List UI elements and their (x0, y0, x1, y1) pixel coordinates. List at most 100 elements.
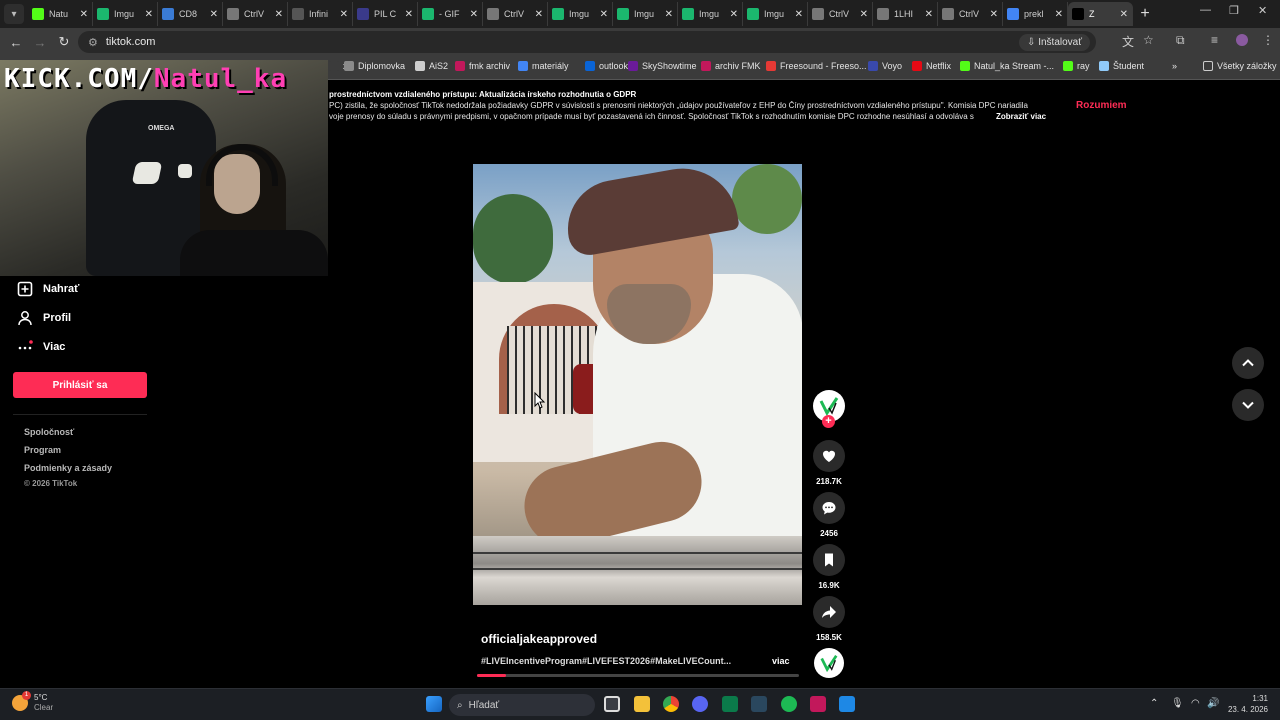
browser-tab[interactable]: Imgu ✕ (678, 2, 743, 26)
bookmark-item[interactable]: Natul_ka Stream -... (960, 61, 1054, 71)
browser-tab[interactable]: Imgu ✕ (548, 2, 613, 26)
follow-plus-button[interactable]: + (822, 415, 835, 428)
tab-close-icon[interactable]: ✕ (210, 9, 218, 20)
app-icon[interactable] (722, 696, 738, 712)
new-tab-button[interactable]: + (1133, 5, 1157, 23)
comment-button[interactable] (813, 492, 845, 524)
bookmark-item[interactable]: fmk archiv (455, 61, 510, 71)
bookmark-item[interactable]: ray (1063, 61, 1090, 71)
profile-avatar-icon[interactable] (1236, 34, 1248, 46)
tab-close-icon[interactable]: ✕ (730, 9, 738, 20)
save-button[interactable] (813, 544, 845, 576)
bookmark-item[interactable]: Diplomovka (344, 61, 405, 71)
back-icon[interactable]: ← (4, 35, 28, 50)
bookmark-item[interactable]: Netflix (912, 61, 951, 71)
video-author[interactable]: officialjakeapproved (481, 632, 597, 646)
bookmark-item[interactable]: Freesound - Freeso... (766, 61, 867, 71)
sidebar-item-more[interactable]: Viac (16, 338, 65, 356)
tray-expand-icon[interactable]: ⌃ (1150, 698, 1158, 709)
browser-tab[interactable]: Imgu ✕ (743, 2, 808, 26)
previous-video-button[interactable] (1232, 347, 1264, 379)
all-bookmarks-folder[interactable]: Všetky záložky (1203, 61, 1277, 71)
star-icon[interactable]: ☆ (1143, 33, 1154, 47)
music-disc-button[interactable] (814, 648, 844, 678)
tab-close-icon[interactable]: ✕ (145, 9, 153, 20)
browser-tab[interactable]: Z ✕ (1068, 2, 1133, 26)
minimize-icon[interactable]: — (1200, 4, 1211, 16)
description-more-link[interactable]: viac (772, 656, 790, 666)
task-view-icon[interactable] (604, 696, 620, 712)
video-progress-bar[interactable] (477, 674, 799, 677)
bookmark-item[interactable]: SkyShowtime (628, 61, 697, 71)
tab-close-icon[interactable]: ✕ (1055, 9, 1063, 20)
browser-tab[interactable]: Imgu ✕ (613, 2, 678, 26)
gdpr-accept-button[interactable]: Rozumiem (1076, 100, 1127, 111)
steam-icon[interactable] (751, 696, 767, 712)
microphone-icon[interactable]: 🎙 (1171, 698, 1184, 709)
browser-menu-icon[interactable]: ⋮ (1262, 33, 1274, 47)
close-window-icon[interactable]: ✕ (1258, 4, 1267, 17)
bookmarks-overflow-icon[interactable]: » (1172, 61, 1177, 71)
next-video-button[interactable] (1232, 389, 1264, 421)
browser-tab[interactable]: - GIF ✕ (418, 2, 483, 26)
tab-close-icon[interactable]: ✕ (275, 9, 283, 20)
footer-link-company[interactable]: Spoločnosť (24, 427, 74, 437)
obs-icon[interactable] (810, 696, 826, 712)
translate-icon[interactable]: 文 (1122, 33, 1134, 50)
tab-close-icon[interactable]: ✕ (80, 9, 88, 20)
browser-tab[interactable]: CtrlV ✕ (808, 2, 873, 26)
tab-close-icon[interactable]: ✕ (535, 9, 543, 20)
gdpr-show-more-link[interactable]: Zobraziť viac (996, 112, 1046, 121)
tab-list-icon[interactable]: ≡ (1211, 33, 1218, 47)
browser-tab[interactable]: CtrlV ✕ (223, 2, 288, 26)
browser-tab[interactable]: 1LHI ✕ (873, 2, 938, 26)
bookmark-item[interactable]: Voyo (868, 61, 902, 71)
like-button[interactable] (813, 440, 845, 472)
tab-close-icon[interactable]: ✕ (1120, 9, 1128, 20)
footer-link-terms[interactable]: Podmienky a zásady (24, 463, 112, 473)
tab-close-icon[interactable]: ✕ (925, 9, 933, 20)
browser-tab[interactable]: CtrlV ✕ (938, 2, 1003, 26)
bookmark-item[interactable]: materiály (518, 61, 569, 71)
tab-search-icon[interactable]: ▾ (4, 4, 24, 24)
browser-tab[interactable]: Natu ✕ (28, 2, 93, 26)
share-button[interactable] (813, 596, 845, 628)
bookmark-item[interactable]: AiS2 (415, 61, 448, 71)
start-icon[interactable] (426, 696, 442, 712)
video-player[interactable] (473, 164, 802, 605)
discord-icon[interactable] (692, 696, 708, 712)
footer-link-program[interactable]: Program (24, 445, 61, 455)
browser-tab[interactable]: CD8 ✕ (158, 2, 223, 26)
url-field[interactable]: ⚙ tiktok.com ⇩ Inštalovať (78, 31, 1096, 53)
bookmark-item[interactable]: outlook (585, 61, 628, 71)
tab-close-icon[interactable]: ✕ (600, 9, 608, 20)
site-info-icon[interactable]: ⚙ (88, 36, 98, 49)
tab-close-icon[interactable]: ✕ (665, 9, 673, 20)
volume-icon[interactable]: 🔊 (1207, 698, 1219, 709)
login-button[interactable]: Prihlásiť sa (13, 372, 147, 398)
chrome-icon[interactable] (663, 696, 679, 712)
weather-widget[interactable]: 5°C Clear 1 (12, 691, 53, 713)
tab-close-icon[interactable]: ✕ (860, 9, 868, 20)
install-app-button[interactable]: ⇩ Inštalovať (1019, 34, 1090, 51)
video-hashtags[interactable]: #LIVEIncentiveProgram#LIVEFEST2026#MakeL… (481, 656, 741, 666)
browser-tab[interactable]: Imgu ✕ (93, 2, 158, 26)
tab-close-icon[interactable]: ✕ (795, 9, 803, 20)
sidebar-item-profile[interactable]: Profil (16, 309, 71, 327)
browser-tab[interactable]: Infini ✕ (288, 2, 353, 26)
restore-icon[interactable]: ❐ (1229, 4, 1239, 17)
forward-icon[interactable]: → (28, 35, 52, 50)
tab-close-icon[interactable]: ✕ (470, 9, 478, 20)
extensions-icon[interactable]: ⧉ (1176, 33, 1185, 48)
browser-tab[interactable]: PIL C ✕ (353, 2, 418, 26)
bookmark-item[interactable]: archiv FMK (701, 61, 761, 71)
taskbar-search[interactable]: ⌕ Hľadať (449, 694, 595, 716)
file-explorer-icon[interactable] (634, 696, 650, 712)
sidebar-item-upload[interactable]: Nahrať (16, 280, 79, 298)
browser-tab[interactable]: prekl ✕ (1003, 2, 1068, 26)
tab-close-icon[interactable]: ✕ (990, 9, 998, 20)
browser-tab[interactable]: CtrlV ✕ (483, 2, 548, 26)
tab-close-icon[interactable]: ✕ (340, 9, 348, 20)
reload-icon[interactable]: ↻ (52, 34, 76, 50)
wifi-icon[interactable]: ◠ (1191, 698, 1200, 709)
